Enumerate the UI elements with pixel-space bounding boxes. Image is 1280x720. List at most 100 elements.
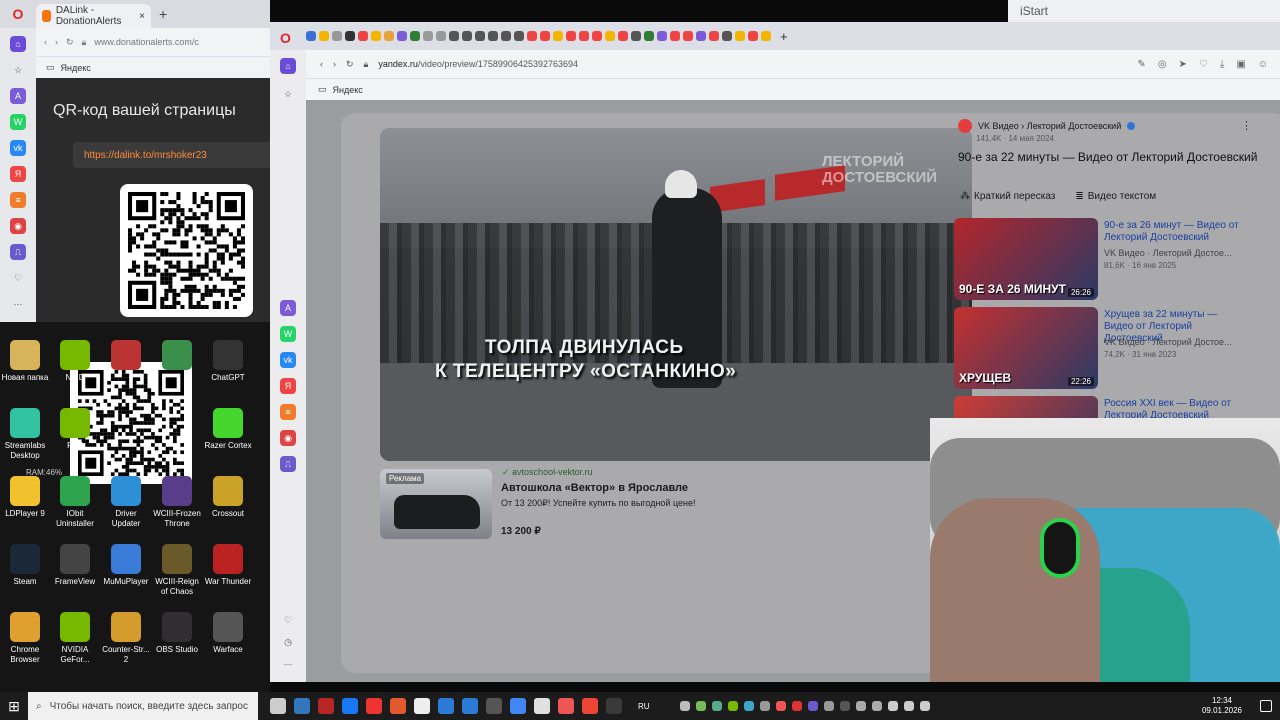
tab-favicon-icon[interactable] (423, 31, 433, 41)
recommended-title[interactable]: 90-е за 26 минут — Видео от Лекторий Дос… (1104, 220, 1244, 244)
recommended-channel[interactable]: VK Видео · Лекторий Достое... (1104, 248, 1244, 258)
desktop-icon[interactable]: NVID (50, 340, 100, 383)
tab-favicon-icon[interactable] (748, 31, 758, 41)
tab-favicon-icon[interactable] (605, 31, 615, 41)
tray-icon[interactable] (711, 701, 722, 711)
download-icon[interactable]: ⤓ (1220, 59, 1224, 70)
heart-icon[interactable]: ♡ (1199, 59, 1208, 70)
tab-favicon-icon[interactable] (670, 31, 680, 41)
notification-icon[interactable] (1260, 700, 1272, 712)
desktop-icon[interactable]: War Thunder (203, 544, 253, 587)
tray-icon[interactable] (695, 701, 706, 711)
game-icon[interactable]: ◉ (10, 218, 26, 234)
home-icon[interactable]: ⌂ (280, 58, 296, 74)
taskbar-app-icon[interactable] (582, 698, 598, 714)
desktop-icon[interactable]: RTX (50, 408, 100, 451)
tray-icon[interactable] (759, 701, 770, 711)
tray-icon[interactable] (839, 701, 850, 711)
tab-favicon-icon[interactable] (722, 31, 732, 41)
channel-name[interactable]: VK Видео › Лекторий Достоевский (978, 121, 1121, 131)
desktop-icon[interactable]: Chrome Browser (0, 612, 50, 665)
desktop-icon[interactable]: ChatGPT (203, 340, 253, 383)
ad-image[interactable]: Реклама (380, 469, 492, 539)
ad-title[interactable]: Автошкола «Вектор» в Ярославле (501, 482, 688, 494)
tray-icon[interactable] (855, 701, 866, 711)
desktop-icon[interactable]: Новая папка (0, 340, 50, 383)
tab-favicon-icon[interactable] (761, 31, 771, 41)
game-icon[interactable]: ◉ (280, 430, 296, 446)
yandex-icon[interactable]: Я (280, 378, 296, 394)
bookmark-yandex[interactable]: Яндекс (333, 85, 363, 95)
tab-favicon-icon[interactable] (592, 31, 602, 41)
taskbar-app-icon[interactable] (270, 698, 286, 714)
tab-favicon-icon[interactable] (514, 31, 524, 41)
desktop-icon[interactable]: Counter-Str... 2 (101, 612, 151, 665)
video-thumbnail[interactable]: ХРУЩЕВ 22:26 (954, 307, 1098, 389)
tray-icon[interactable] (679, 701, 690, 711)
tab-favicon-icon[interactable] (683, 31, 693, 41)
taskbar-app-icon[interactable] (438, 698, 454, 714)
recommended-video[interactable]: ХРУЩЕВ 22:26 Хрущев за 22 минуты — Видео о… (954, 307, 1274, 389)
more-icon[interactable]: ⋯ (280, 656, 296, 672)
tab-favicon-icon[interactable] (501, 31, 511, 41)
back-icon[interactable]: ‹ (44, 37, 47, 47)
text-chip[interactable]: ≣ Видео текстом (1075, 191, 1156, 202)
ad-domain[interactable]: ✓ avtoschool-vektor.ru (502, 467, 593, 478)
extensions-icon[interactable]: ▣ (1236, 59, 1245, 70)
tab-favicon-icon[interactable] (384, 31, 394, 41)
close-icon[interactable]: × (139, 11, 145, 22)
channel-row[interactable]: VK Видео › Лекторий Достоевский (958, 119, 1136, 133)
tab-favicon-icon[interactable] (696, 31, 706, 41)
video-player[interactable]: ЛЕКТОРИЙ ДОСТОЕВСКИЙ ТОЛПА ДВИНУЛАСЬ К Т… (380, 128, 972, 461)
back-icon[interactable]: ‹ (320, 59, 323, 69)
tray-icon[interactable] (871, 701, 882, 711)
tab-favicon-icon[interactable] (462, 31, 472, 41)
clock[interactable]: 12:34 09.01.2026 (1202, 696, 1242, 716)
address-bar[interactable]: ‹ › ↻ 🔒︎ yandex.ru/video/preview/1758990… (306, 50, 1280, 78)
opera-logo-icon[interactable]: O (0, 6, 36, 22)
tab-donationalerts[interactable]: DALink - DonationAlerts × (36, 4, 151, 28)
language-indicator[interactable]: RU (638, 702, 650, 711)
camera-icon[interactable]: ◎ (1158, 59, 1167, 70)
taskbar-app-icon[interactable] (342, 698, 358, 714)
tray-icon[interactable] (919, 701, 930, 711)
desktop-icon[interactable]: LDPlayer 9 (0, 476, 50, 519)
more-icon[interactable]: ⋮ (1241, 119, 1252, 132)
taskbar-app-icon[interactable] (510, 698, 526, 714)
tray-icon[interactable] (903, 701, 914, 711)
taskbar-app-icon[interactable] (366, 698, 382, 714)
more-icon[interactable]: ⋯ (10, 296, 26, 312)
stack-icon[interactable]: ≡ (280, 404, 296, 420)
desktop-icon[interactable]: Razer Cortex (203, 408, 253, 451)
taskbar-app-icon[interactable] (486, 698, 502, 714)
tray-icon[interactable] (727, 701, 738, 711)
tab-favicon-icon[interactable] (540, 31, 550, 41)
stack-icon[interactable]: ≡ (10, 192, 26, 208)
heart-icon[interactable]: ♡ (280, 612, 296, 628)
background-window-title[interactable]: iStart (1008, 0, 1280, 22)
tab-favicon-icon[interactable] (397, 31, 407, 41)
send-icon[interactable]: ➤ (1179, 59, 1187, 70)
desktop-icon[interactable]: Warface (203, 612, 253, 655)
taskbar-app-icon[interactable] (318, 698, 334, 714)
opera-logo-icon[interactable]: O (280, 30, 291, 46)
video-thumbnail[interactable]: 90-Е ЗА 26 МИНУТ 26:26 (954, 218, 1098, 300)
heart-icon[interactable]: ♡ (10, 270, 26, 286)
taskbar-app-icon[interactable] (462, 698, 478, 714)
tab-favicon-icon[interactable] (631, 31, 641, 41)
tab-favicon-icon[interactable] (566, 31, 576, 41)
aria-icon[interactable]: A (280, 300, 296, 316)
ad-block[interactable]: Реклама ✓ avtoschool-vektor.ru Автошкола… (380, 466, 972, 546)
twitch-icon[interactable]: ⎍ (10, 244, 26, 260)
bookmark-yandex[interactable]: Яндекс (61, 63, 91, 73)
tab-favicon-icon[interactable] (618, 31, 628, 41)
profile-icon[interactable]: ☺ (1258, 59, 1268, 70)
tab-favicon-icon[interactable] (735, 31, 745, 41)
reload-icon[interactable]: ↻ (66, 37, 74, 48)
tab-favicon-icon[interactable] (345, 31, 355, 41)
desktop-icon[interactable]: MuMuPlayer (101, 544, 151, 587)
yandex-icon[interactable]: Я (10, 166, 26, 182)
tab-favicon-icon[interactable] (332, 31, 342, 41)
taskbar-app-icon[interactable] (606, 698, 622, 714)
recommended-video[interactable]: 90-Е ЗА 26 МИНУТ 26:26 90-е за 26 минут — … (954, 218, 1274, 300)
